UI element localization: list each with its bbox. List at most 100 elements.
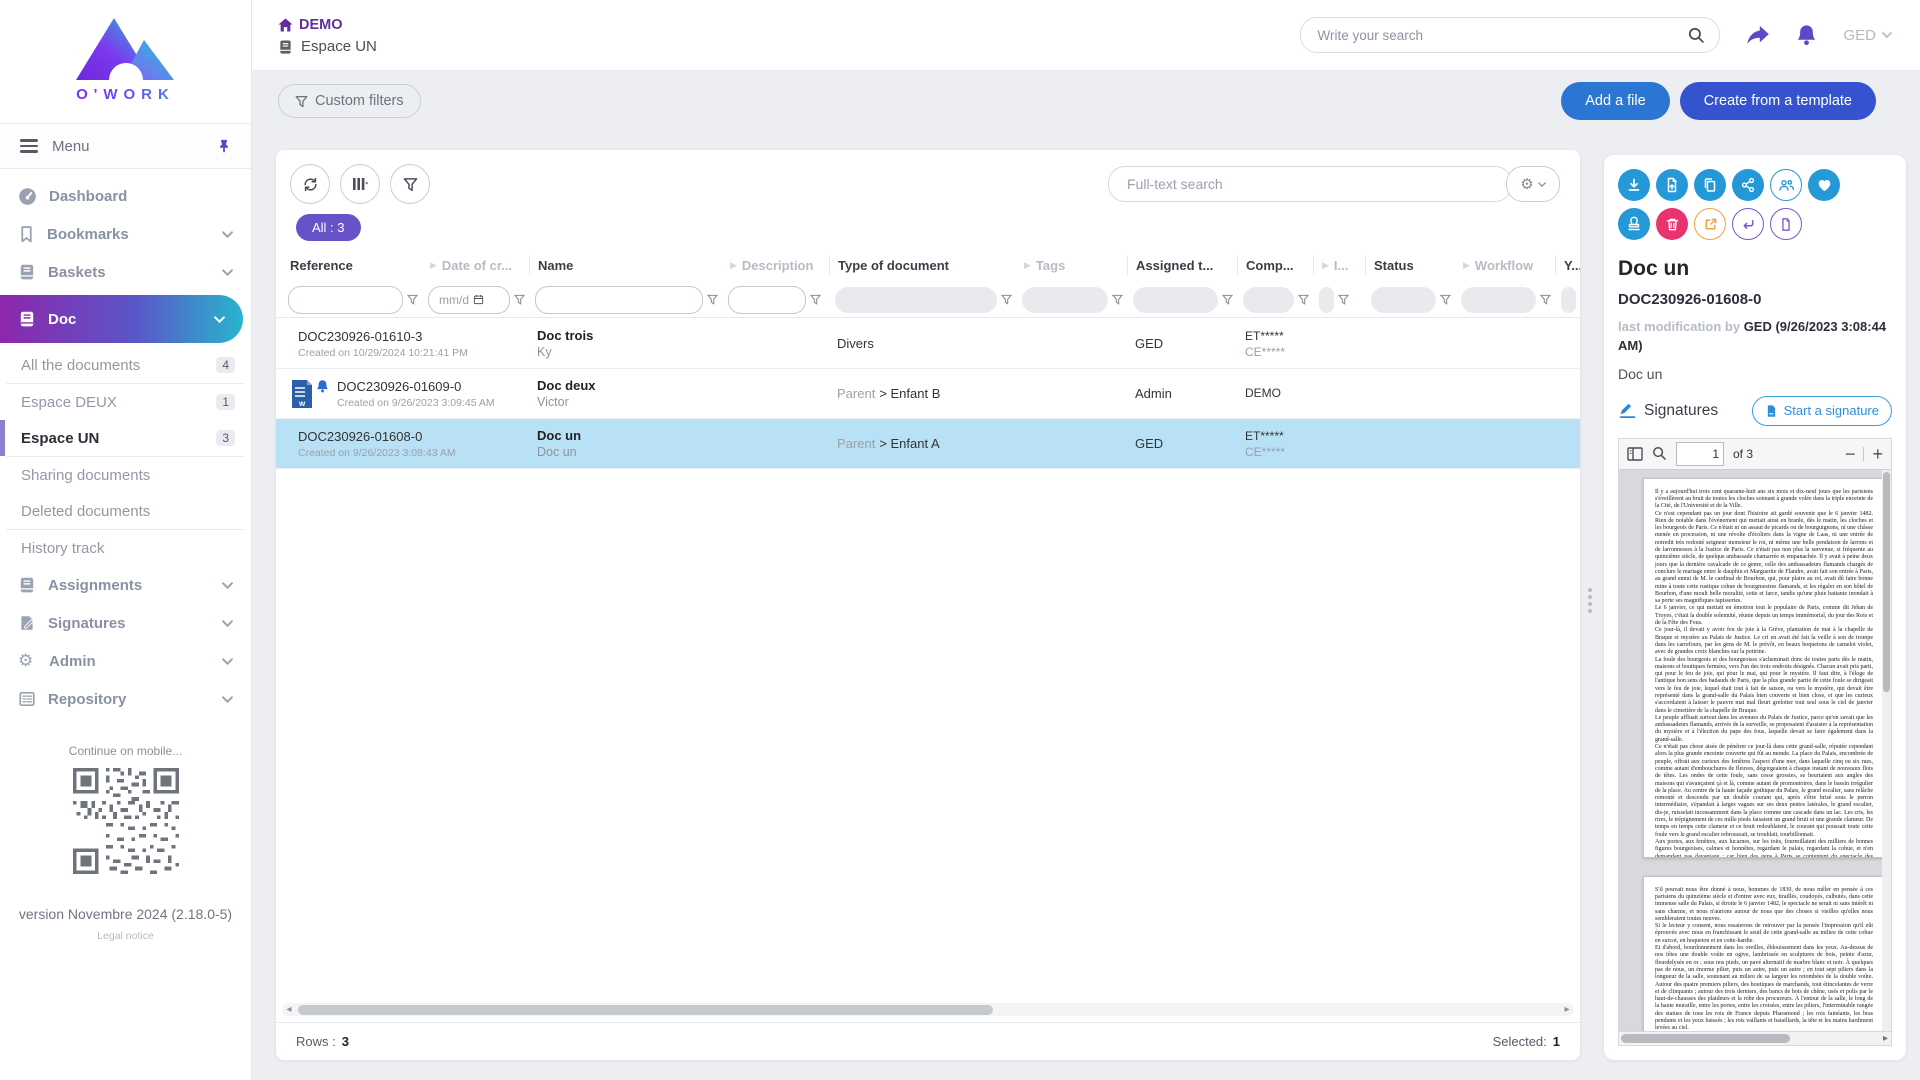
scroll-thumb[interactable] [1883, 472, 1890, 692]
funnel-icon[interactable] [1001, 294, 1012, 305]
sidebar-item-dashboard[interactable]: Dashboard [0, 177, 251, 215]
assign-users-button[interactable] [1770, 169, 1802, 201]
filter-date-input[interactable]: mm/d [428, 286, 510, 314]
column-header-workflow[interactable]: ▶Workflow [1455, 255, 1555, 275]
filter-tags-disabled[interactable] [1022, 287, 1108, 313]
filter-button[interactable] [390, 164, 430, 204]
custom-filters-button[interactable]: Custom filters [278, 84, 421, 118]
all-count-badge[interactable]: All : 3 [296, 214, 361, 241]
funnel-icon[interactable] [514, 294, 525, 305]
sidebar-toggle-icon[interactable] [1627, 447, 1643, 461]
sidebar-item-signatures[interactable]: Signatures [0, 604, 251, 642]
zoom-in-button[interactable]: + [1872, 445, 1883, 463]
sidebar-item-bookmarks[interactable]: Bookmarks [0, 215, 251, 253]
table-row-selected[interactable]: PDF DOC230926-01608-0 Created on 9/26/20… [276, 419, 1580, 469]
filter-type-disabled[interactable] [835, 287, 997, 313]
sidebar-item-baskets[interactable]: Baskets [0, 253, 251, 291]
funnel-icon[interactable] [407, 294, 418, 305]
sidebar-subitem-espace-deux[interactable]: Espace DEUX 1 [0, 384, 251, 420]
scroll-thumb[interactable] [1621, 1034, 1790, 1043]
legal-notice-link[interactable]: Legal notice [0, 930, 251, 942]
filter-y-disabled[interactable] [1561, 287, 1576, 313]
scroll-right-arrow[interactable]: ▸ [1560, 1004, 1574, 1015]
funnel-icon[interactable] [1440, 294, 1451, 305]
filter-description-input[interactable] [728, 286, 806, 314]
scroll-thumb[interactable] [298, 1005, 993, 1015]
sidebar-item-assignments[interactable]: Assignments [0, 566, 251, 604]
funnel-icon[interactable] [810, 294, 821, 305]
column-header-type[interactable]: Type of document [829, 255, 1016, 275]
funnel-icon[interactable] [1298, 294, 1309, 305]
filter-status-disabled[interactable] [1371, 287, 1436, 313]
column-header-reference[interactable]: Reference [282, 255, 422, 275]
fulltext-search-input[interactable] [1125, 175, 1495, 193]
table-row[interactable]: PDF DOC230926-01610-3 Created on 10/29/2… [276, 319, 1580, 369]
copy-button[interactable] [1694, 169, 1726, 201]
share-forward-icon[interactable] [1746, 25, 1770, 46]
scroll-track[interactable] [296, 1003, 1560, 1016]
funnel-icon[interactable] [1112, 294, 1123, 305]
filter-company-disabled[interactable] [1243, 287, 1294, 313]
filter-name-input[interactable] [535, 286, 703, 314]
column-header-date[interactable]: ▶Date of cr... [422, 255, 529, 275]
open-external-button[interactable] [1694, 208, 1726, 240]
global-search-input[interactable] [1315, 27, 1688, 44]
sidebar-item-admin[interactable]: ⚙ Admin [0, 642, 251, 680]
column-header-i[interactable]: ▶I... [1313, 255, 1365, 275]
delete-button[interactable] [1656, 208, 1688, 240]
column-header-y[interactable]: Y... [1555, 255, 1580, 275]
sidebar-subitem-sharing-documents[interactable]: Sharing documents [0, 457, 251, 493]
funnel-icon[interactable] [1222, 294, 1233, 305]
column-header-description[interactable]: ▶Description [722, 255, 829, 275]
sidebar-item-repository[interactable]: Repository [0, 680, 251, 718]
column-header-tags[interactable]: ▶Tags [1016, 255, 1127, 275]
sidebar-subitem-deleted-documents[interactable]: Deleted documents [0, 493, 251, 529]
fulltext-search[interactable] [1108, 166, 1512, 202]
upload-version-button[interactable] [1656, 169, 1688, 201]
stamp-button[interactable] [1618, 208, 1650, 240]
columns-button[interactable] [340, 164, 380, 204]
filter-workflow-disabled[interactable] [1461, 287, 1536, 313]
filter-reference-input[interactable] [288, 286, 403, 314]
search-icon[interactable] [1652, 446, 1667, 461]
user-menu[interactable]: GED [1843, 27, 1892, 44]
column-header-company[interactable]: Comp... [1237, 255, 1313, 275]
funnel-icon[interactable] [1338, 294, 1349, 305]
breadcrumb-home[interactable]: DEMO [278, 17, 377, 33]
share-button[interactable] [1732, 169, 1764, 201]
pdf-horizontal-scrollbar[interactable]: ▸ [1619, 1031, 1891, 1045]
create-template-button[interactable]: Create from a template [1680, 82, 1876, 120]
column-header-status[interactable]: Status [1365, 255, 1455, 275]
table-horizontal-scrollbar[interactable]: ◂ ▸ [282, 1003, 1574, 1016]
menu-toggle[interactable]: Menu [0, 123, 251, 169]
notification-bell-icon[interactable] [1796, 24, 1817, 47]
favorite-button[interactable] [1808, 169, 1840, 201]
filter-i-disabled[interactable] [1319, 287, 1334, 313]
scroll-left-arrow[interactable]: ◂ [282, 1004, 296, 1015]
sidebar-subitem-all-documents[interactable]: All the documents 4 [0, 347, 251, 383]
page-number-input[interactable] [1676, 442, 1724, 466]
sidebar-subitem-history-track[interactable]: History track [0, 530, 251, 566]
table-row[interactable]: w DOC230926-01609-0 Created on 9/26/2023… [276, 369, 1580, 419]
sidebar-item-doc[interactable]: Doc [0, 295, 243, 343]
refresh-button[interactable] [290, 164, 330, 204]
download-button[interactable] [1618, 169, 1650, 201]
scroll-right-arrow[interactable]: ▸ [1883, 1033, 1891, 1044]
table-settings-button[interactable]: ⚙ [1506, 166, 1560, 202]
add-file-button[interactable]: Add a file [1561, 82, 1669, 120]
zoom-out-button[interactable]: − [1845, 445, 1856, 463]
global-search[interactable] [1300, 17, 1720, 53]
column-header-name[interactable]: Name [529, 255, 722, 275]
filter-assigned-disabled[interactable] [1133, 287, 1218, 313]
properties-button[interactable] [1770, 208, 1802, 240]
start-signature-button[interactable]: Start a signature [1752, 396, 1892, 426]
panel-resize-handle[interactable] [1588, 585, 1592, 616]
funnel-icon[interactable] [1540, 294, 1551, 305]
return-button[interactable] [1732, 208, 1764, 240]
pin-icon[interactable] [217, 138, 231, 154]
column-header-assigned[interactable]: Assigned t... [1127, 255, 1237, 275]
search-icon[interactable] [1688, 27, 1705, 44]
sidebar-subitem-espace-un[interactable]: Espace UN 3 [0, 420, 251, 456]
pdf-vertical-scrollbar[interactable] [1882, 470, 1891, 1031]
funnel-icon[interactable] [707, 294, 718, 305]
